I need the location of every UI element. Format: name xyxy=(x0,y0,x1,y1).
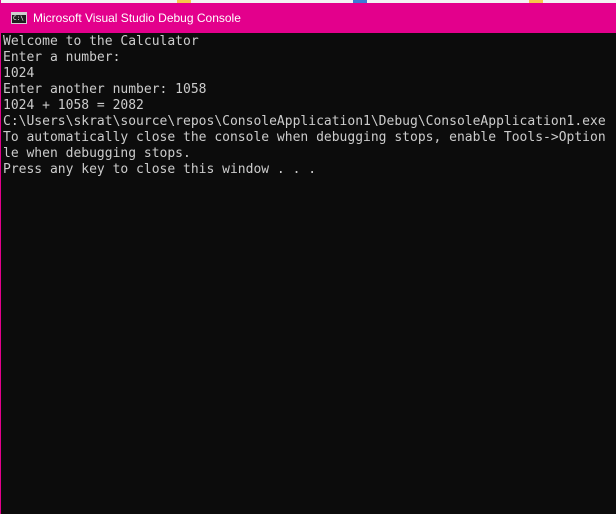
console-line: Welcome to the Calculator xyxy=(3,34,199,49)
console-line: C:\Users\skrat\source\repos\ConsoleAppli… xyxy=(3,114,606,129)
console-app-icon[interactable]: C:\ xyxy=(11,12,27,24)
console-line: Press any key to close this window . . . xyxy=(3,162,317,177)
debug-console-window: C:\ Microsoft Visual Studio Debug Consol… xyxy=(0,0,616,514)
console-output[interactable]: Welcome to the Calculator Enter a number… xyxy=(3,34,615,512)
console-line: To automatically close the console when … xyxy=(3,130,606,145)
console-line: Enter a number: xyxy=(3,50,121,65)
console-icon-glyph: C:\ xyxy=(13,15,24,22)
console-line: le when debugging stops. xyxy=(3,146,191,161)
console-line: 1024 + 1058 = 2082 xyxy=(3,98,144,113)
title-bar[interactable]: C:\ Microsoft Visual Studio Debug Consol… xyxy=(1,3,616,33)
window-title: Microsoft Visual Studio Debug Console xyxy=(33,11,241,25)
console-line: Enter another number: 1058 xyxy=(3,82,207,97)
console-line: 1024 xyxy=(3,66,35,81)
